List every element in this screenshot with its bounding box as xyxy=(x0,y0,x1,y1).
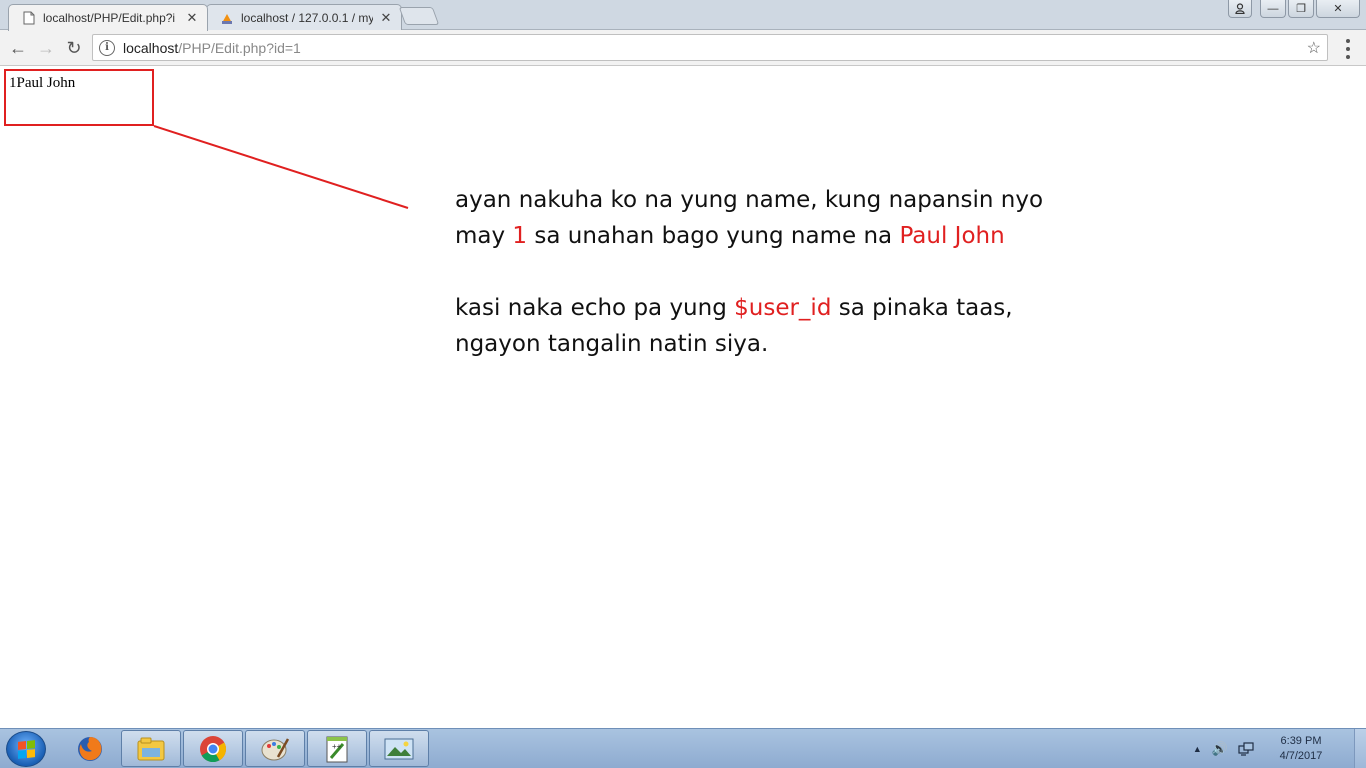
annotation-text: sa unahan bago yung name na xyxy=(527,223,900,249)
site-info-icon[interactable]: i xyxy=(99,39,115,56)
annotation-paragraph-2: kasi naka echo pa yung $user_id sa pinak… xyxy=(455,290,1095,362)
user-icon xyxy=(1235,3,1245,14)
minimize-button[interactable]: — xyxy=(1260,0,1286,18)
menu-dot xyxy=(1346,39,1350,43)
annotation-highlight-1: 1 xyxy=(512,223,528,249)
explorer-icon xyxy=(137,737,165,760)
annotation-text: may xyxy=(455,223,513,249)
tab-title: localhost/PHP/Edit.php?i xyxy=(43,11,176,25)
paint-icon xyxy=(261,737,290,760)
annotation-line-4: ngayon tangalin natin siya. xyxy=(455,331,769,357)
phpmyadmin-icon xyxy=(222,13,232,24)
show-desktop-button[interactable] xyxy=(1354,729,1366,768)
annotation-text: sa pinaka taas, xyxy=(831,295,1013,321)
notepad-plus-plus-icon: ++ xyxy=(326,736,348,762)
annotation-paragraph-1: ayan nakuha ko na yung name, kung napans… xyxy=(455,182,1095,254)
reload-button[interactable]: ↻ xyxy=(62,36,86,60)
address-bar[interactable]: i localhost/PHP/Edit.php?id=1 ☆ xyxy=(92,34,1328,61)
annotation-pointer-line xyxy=(153,125,409,209)
tab-phpmyadmin[interactable]: localhost / 127.0.0.1 / my ✕ xyxy=(206,4,402,30)
close-window-button[interactable]: ✕ xyxy=(1316,0,1360,18)
svg-text:++: ++ xyxy=(332,742,342,751)
tab-close-icon[interactable]: ✕ xyxy=(379,10,393,26)
browser-toolbar: ← → ↻ i localhost/PHP/Edit.php?id=1 ☆ xyxy=(0,30,1366,66)
taskbar-paint[interactable] xyxy=(245,730,305,767)
annotation-highlight-name: Paul John xyxy=(899,223,1005,249)
back-button[interactable]: ← xyxy=(6,36,30,60)
menu-dot xyxy=(1346,47,1350,51)
user-profile-button[interactable] xyxy=(1228,0,1252,18)
system-tray: ▲ 🔊 6:39 PM 4/7/2017 xyxy=(1193,729,1366,768)
tab-close-icon[interactable]: ✕ xyxy=(185,10,199,26)
start-button[interactable] xyxy=(6,731,46,767)
taskbar-firefox[interactable] xyxy=(60,730,120,767)
taskbar-notepad-plus-plus[interactable]: ++ xyxy=(307,730,367,767)
clock-time: 6:39 PM xyxy=(1280,735,1322,747)
tab-edit-php[interactable]: localhost/PHP/Edit.php?i ✕ xyxy=(8,4,208,31)
taskbar-photo-viewer[interactable] xyxy=(369,730,429,767)
forward-button[interactable]: → xyxy=(34,36,58,60)
network-icon[interactable] xyxy=(1238,741,1254,757)
page-content: 1 Paul John ayan nakuha ko na yung name, … xyxy=(0,67,1366,728)
annotation-highlight-variable: $user_id xyxy=(734,295,832,321)
chrome-menu-button[interactable] xyxy=(1340,39,1356,59)
tab-title: localhost / 127.0.0.1 / my xyxy=(241,10,373,25)
clock-date: 4/7/2017 xyxy=(1279,750,1323,762)
page-icon xyxy=(23,11,35,25)
url-path: /PHP/Edit.php?id=1 xyxy=(178,39,301,56)
window-controls: — ❐ ✕ xyxy=(1228,0,1360,18)
windows-logo-icon xyxy=(17,739,35,759)
menu-dot xyxy=(1346,55,1350,59)
taskbar-explorer[interactable] xyxy=(121,730,181,767)
clock[interactable]: 6:39 PM 4/7/2017 xyxy=(1264,734,1338,764)
show-hidden-icons-button[interactable]: ▲ xyxy=(1193,744,1202,754)
firefox-icon xyxy=(78,736,102,761)
photo-viewer-icon xyxy=(384,738,414,759)
new-tab-button[interactable] xyxy=(398,7,440,25)
annotation-line-1: ayan nakuha ko na yung name, kung napans… xyxy=(455,187,1044,213)
taskbar-chrome[interactable] xyxy=(183,730,243,767)
annotation-text: kasi naka echo pa yung xyxy=(455,295,735,321)
taskbar: ++ ▲ 🔊 6:39 PM 4/7/2017 xyxy=(0,728,1366,768)
volume-icon[interactable]: 🔊 xyxy=(1212,741,1228,757)
restore-button[interactable]: ❐ xyxy=(1288,0,1314,18)
bookmark-star-icon[interactable]: ☆ xyxy=(1307,38,1321,58)
tab-strip: localhost/PHP/Edit.php?i ✕ localhost / 1… xyxy=(0,0,1366,31)
chrome-icon xyxy=(200,735,227,762)
url-host: localhost xyxy=(123,39,179,56)
annotation-note: ayan nakuha ko na yung name, kung napans… xyxy=(455,182,1095,398)
